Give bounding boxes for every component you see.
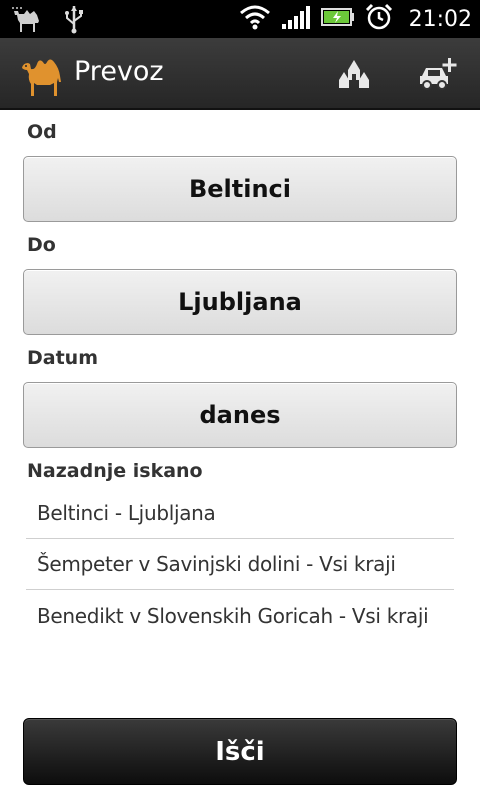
stations-button[interactable] xyxy=(334,56,374,92)
status-time: 21:02 xyxy=(408,6,472,32)
date-field[interactable]: danes xyxy=(23,382,457,448)
wifi-icon xyxy=(239,4,271,34)
recent-searches-list: Beltinci - Ljubljana Šempeter v Savinjsk… xyxy=(26,488,454,641)
camel-logo-icon xyxy=(20,52,66,98)
recent-searches-header: Nazadnje iskano xyxy=(27,460,203,482)
signal-icon xyxy=(281,4,311,34)
action-bar: Prevoz xyxy=(0,38,480,110)
search-button[interactable]: Išči xyxy=(23,718,457,785)
recent-search-item[interactable]: Šempeter v Savinjski dolini - Vsi kraji xyxy=(26,539,454,590)
recent-search-item[interactable]: Beltinci - Ljubljana xyxy=(26,488,454,539)
to-label: Do xyxy=(27,234,56,256)
from-field[interactable]: Beltinci xyxy=(23,156,457,222)
camel-notification-icon xyxy=(10,5,44,37)
alarm-icon xyxy=(365,3,393,35)
date-label: Datum xyxy=(27,347,98,369)
status-bar: 21:02 xyxy=(0,0,480,38)
to-field[interactable]: Ljubljana xyxy=(23,269,457,335)
add-car-icon xyxy=(418,58,458,96)
from-label: Od xyxy=(27,121,57,143)
battery-charging-icon xyxy=(320,6,355,32)
recent-search-item[interactable]: Benedikt v Slovenskih Goricah - Vsi kraj… xyxy=(26,590,454,641)
add-ride-button[interactable] xyxy=(418,56,458,92)
usb-icon xyxy=(62,4,86,38)
app-title: Prevoz xyxy=(74,56,164,87)
stations-icon xyxy=(334,60,374,96)
